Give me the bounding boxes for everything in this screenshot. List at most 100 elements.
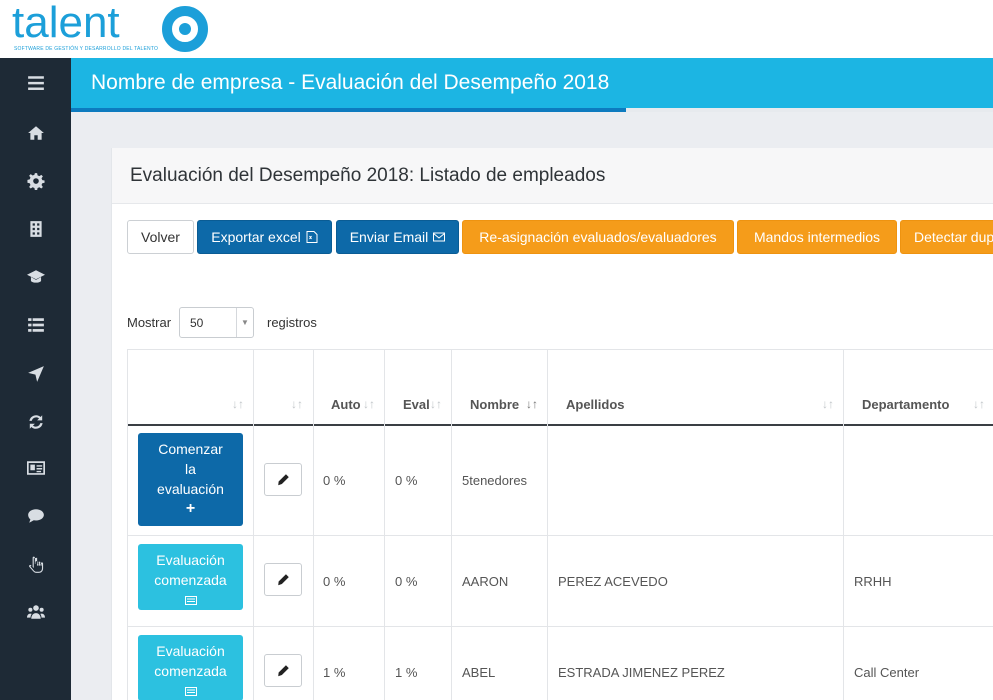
cell-name: AARON xyxy=(462,574,509,589)
list-icon xyxy=(27,318,44,332)
page-header: Nombre de empresa - Evaluación del Desem… xyxy=(71,58,993,110)
envelope-icon xyxy=(433,232,446,242)
sidebar-item-settings[interactable] xyxy=(0,161,71,201)
sidebar-item-navigation[interactable] xyxy=(0,354,71,394)
length-label-before: Mostrar xyxy=(127,315,172,330)
list-alt-icon xyxy=(184,687,197,696)
sidebar-item-list[interactable] xyxy=(0,305,71,345)
header-progress-track xyxy=(626,108,993,112)
evaluation-started-label-1: Evaluación xyxy=(156,552,225,568)
sort-name-asc-icon[interactable]: ↓↑ xyxy=(526,397,538,411)
evaluation-started-label-2: comenzada xyxy=(154,663,227,679)
sort-surname-icon[interactable]: ↓↑ xyxy=(822,397,834,411)
building-icon xyxy=(29,221,42,237)
sidebar-item-users[interactable] xyxy=(0,592,71,632)
logo-word: talent xyxy=(12,0,120,47)
sidebar-item-messages[interactable] xyxy=(0,496,71,536)
detect-duplicates-button[interactable]: Detectar dup xyxy=(900,220,993,254)
sidebar-item-company[interactable] xyxy=(0,209,71,249)
cell-department: Call Center xyxy=(854,665,920,680)
dropdown-arrow-icon: ▼ xyxy=(236,308,253,337)
edit-button[interactable] xyxy=(264,463,302,496)
header-auto[interactable]: Auto xyxy=(331,397,361,412)
export-excel-button[interactable]: Exportar excel xyxy=(197,220,332,254)
excel-file-icon xyxy=(306,231,318,243)
pencil-icon xyxy=(277,665,289,677)
start-evaluation-button[interactable]: Comenzar la evaluación + xyxy=(138,433,243,526)
sidebar-menu-toggle[interactable] xyxy=(0,63,71,103)
cell-auto: 0 % xyxy=(323,473,346,488)
logo-bar: talent SOFTWARE DE GESTIÓN Y DESARROLLO … xyxy=(0,0,993,58)
sidebar-item-refresh[interactable] xyxy=(0,402,71,442)
cell-auto: 1 % xyxy=(323,665,346,680)
cell-eval: 0 % xyxy=(395,574,418,589)
cell-department: RRHH xyxy=(854,574,892,589)
middle-managers-label: Mandos intermedios xyxy=(753,229,881,245)
gear-icon xyxy=(26,173,45,190)
evaluation-started-button[interactable]: Evaluación comenzada xyxy=(138,544,243,610)
talent-logo[interactable]: talent SOFTWARE DE GESTIÓN Y DESARROLLO … xyxy=(10,0,215,58)
header-department[interactable]: Departamento xyxy=(862,397,949,412)
pencil-icon xyxy=(277,574,289,586)
header-eval[interactable]: Eval xyxy=(403,397,430,412)
id-card-icon xyxy=(26,461,45,475)
cell-surname: ESTRADA JIMENEZ PEREZ xyxy=(558,665,725,680)
send-email-button[interactable]: Enviar Email xyxy=(336,220,459,254)
export-excel-label: Exportar excel xyxy=(211,229,301,245)
refresh-icon xyxy=(28,415,43,429)
header-name[interactable]: Nombre xyxy=(470,397,519,412)
hand-pointer-icon xyxy=(28,556,43,573)
start-evaluation-label-1: Comenzar xyxy=(158,441,223,457)
plus-icon: + xyxy=(185,500,196,517)
sort-edit-icon[interactable]: ↓↑ xyxy=(291,397,303,411)
users-icon xyxy=(26,605,45,619)
header-surname[interactable]: Apellidos xyxy=(566,397,625,412)
start-evaluation-label-3: evaluación xyxy=(157,481,224,497)
sort-actions-icon[interactable]: ↓↑ xyxy=(232,397,244,411)
logo-tagline: SOFTWARE DE GESTIÓN Y DESARROLLO DEL TAL… xyxy=(14,46,159,52)
reassign-label: Re-asignación evaluados/evaluadores xyxy=(479,229,717,245)
sidebar-item-interaction[interactable] xyxy=(0,545,71,585)
cell-eval: 0 % xyxy=(395,473,418,488)
employees-table: ↓↑ ↓↑ Auto ↓↑ Eval ↓↑ Nombre ↓↑ Apellido… xyxy=(127,349,993,700)
sidebar-item-profile[interactable] xyxy=(0,448,71,488)
graduation-cap-icon xyxy=(26,270,45,283)
logo-ring-icon xyxy=(162,6,208,52)
sidebar xyxy=(0,58,71,700)
menu-icon xyxy=(27,76,44,90)
evaluation-started-button[interactable]: Evaluación comenzada xyxy=(138,635,243,700)
sort-department-icon[interactable]: ↓↑ xyxy=(973,397,985,411)
panel-title: Evaluación del Desempeño 2018: Listado d… xyxy=(130,165,606,186)
home-icon xyxy=(27,126,44,140)
sidebar-item-home[interactable] xyxy=(0,113,71,153)
sort-auto-icon[interactable]: ↓↑ xyxy=(363,397,375,411)
records-per-page-select[interactable]: 50 ▼ xyxy=(179,307,254,338)
panel-heading: Evaluación del Desempeño 2018: Listado d… xyxy=(112,148,993,204)
edit-button[interactable] xyxy=(264,654,302,687)
send-email-label: Enviar Email xyxy=(349,229,429,245)
detect-duplicates-label: Detectar dup xyxy=(914,229,993,245)
cell-auto: 0 % xyxy=(323,574,346,589)
cell-name: ABEL xyxy=(462,665,496,680)
comment-icon xyxy=(27,509,44,523)
page-header-title: Nombre de empresa - Evaluación del Desem… xyxy=(91,71,610,94)
sort-eval-icon[interactable]: ↓↑ xyxy=(430,397,442,411)
list-alt-icon xyxy=(184,596,197,605)
cell-eval: 1 % xyxy=(395,665,418,680)
length-label-after: registros xyxy=(267,315,317,330)
back-button[interactable]: Volver xyxy=(127,220,194,254)
edit-button[interactable] xyxy=(264,563,302,596)
sidebar-item-training[interactable] xyxy=(0,257,71,297)
back-button-label: Volver xyxy=(141,229,180,245)
employee-list-panel: Evaluación del Desempeño 2018: Listado d… xyxy=(111,148,993,700)
cell-surname: PEREZ ACEVEDO xyxy=(558,574,668,589)
pencil-icon xyxy=(277,474,289,486)
cell-name: 5tenedores xyxy=(462,473,528,488)
start-evaluation-label-2: la xyxy=(185,461,196,477)
evaluation-started-label-1: Evaluación xyxy=(156,643,225,659)
evaluation-started-label-2: comenzada xyxy=(154,572,227,588)
records-per-page-value: 50 xyxy=(190,316,204,330)
middle-managers-button[interactable]: Mandos intermedios xyxy=(737,220,897,254)
location-arrow-icon xyxy=(27,366,44,382)
reassign-button[interactable]: Re-asignación evaluados/evaluadores xyxy=(462,220,734,254)
